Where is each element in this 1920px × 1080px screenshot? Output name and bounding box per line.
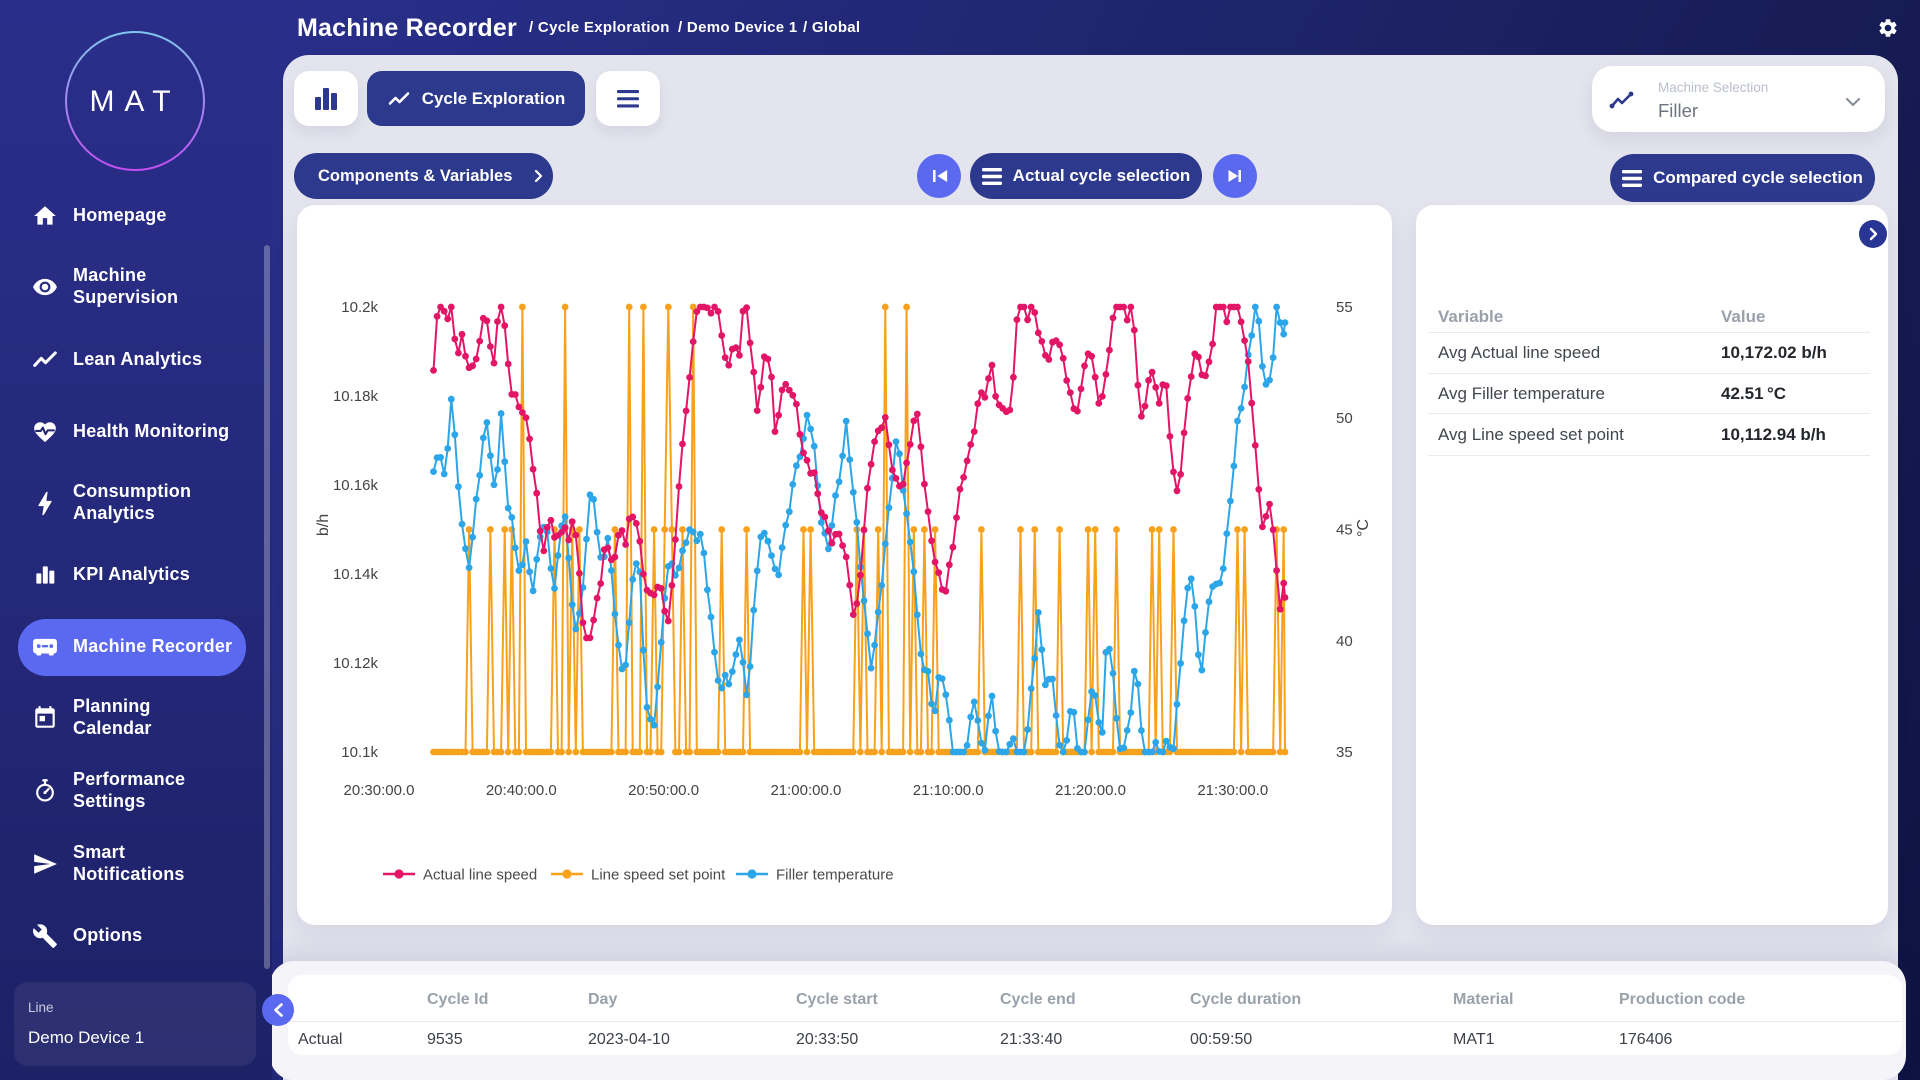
svg-text:35: 35 — [1336, 744, 1353, 761]
svg-text:10.16k: 10.16k — [333, 477, 379, 494]
svg-text:20:40:00.0: 20:40:00.0 — [486, 782, 557, 799]
svg-text:45: 45 — [1336, 522, 1353, 539]
svg-text:20:30:00.0: 20:30:00.0 — [344, 782, 415, 799]
svg-text:20:50:00.0: 20:50:00.0 — [628, 782, 699, 799]
svg-text:21:00:00.0: 21:00:00.0 — [770, 782, 841, 799]
svg-text:10.12k: 10.12k — [333, 655, 379, 672]
svg-text:50: 50 — [1336, 410, 1353, 427]
svg-text:21:30:00.0: 21:30:00.0 — [1197, 782, 1268, 799]
svg-text:21:10:00.0: 21:10:00.0 — [913, 782, 984, 799]
svg-text:40: 40 — [1336, 633, 1353, 650]
svg-text:21:20:00.0: 21:20:00.0 — [1055, 782, 1126, 799]
svg-text:Line speed set point: Line speed set point — [591, 867, 726, 884]
svg-text:10.14k: 10.14k — [333, 566, 379, 583]
svg-text:10.2k: 10.2k — [341, 299, 378, 316]
svg-text:55: 55 — [1336, 299, 1353, 316]
svg-text:10.18k: 10.18k — [333, 388, 379, 405]
svg-text:MAT: MAT — [89, 85, 180, 118]
svg-text:b/h: b/h — [315, 514, 332, 536]
svg-text:°C: °C — [1355, 519, 1372, 537]
svg-text:Filler temperature: Filler temperature — [776, 867, 894, 884]
svg-text:10.1k: 10.1k — [341, 744, 378, 761]
svg-text:Actual line speed: Actual line speed — [423, 867, 537, 884]
